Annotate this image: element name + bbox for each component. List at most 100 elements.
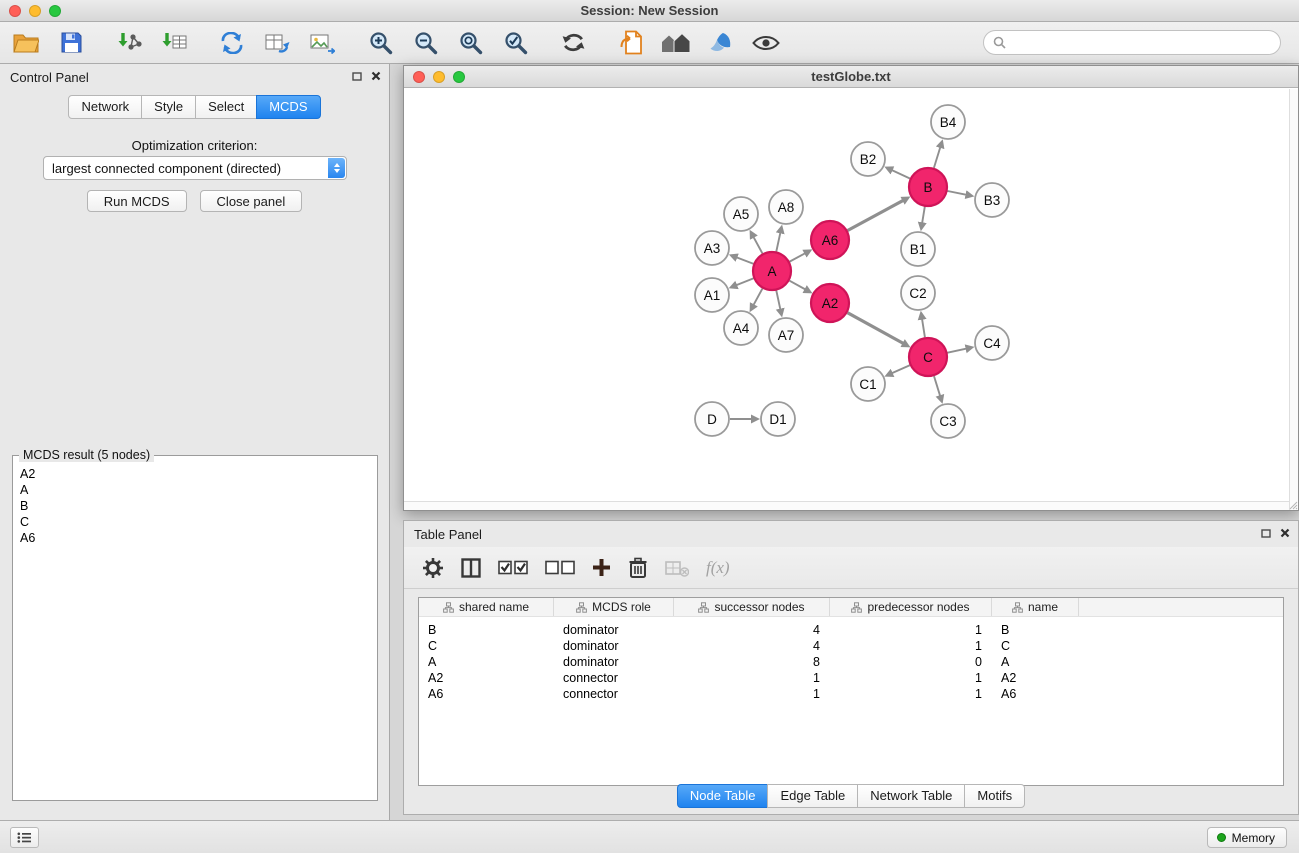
table-tab-motifs[interactable]: Motifs (964, 784, 1025, 808)
table-row[interactable]: A6connector11A6 (419, 686, 1283, 702)
column-header-name[interactable]: name (992, 598, 1079, 616)
import-network-button[interactable] (113, 27, 145, 59)
graph-node-A3[interactable]: A3 (695, 231, 729, 265)
table-cell[interactable]: C (992, 638, 1079, 654)
edge-A-A5[interactable] (753, 237, 762, 254)
graph-node-A2[interactable]: A2 (811, 284, 849, 322)
edge-C-C4[interactable] (948, 349, 967, 353)
edge-A-A3[interactable] (736, 257, 753, 264)
graph-node-A4[interactable]: A4 (724, 311, 758, 345)
edge-B-B4[interactable] (934, 147, 941, 168)
edge-A-A6[interactable] (790, 253, 806, 261)
delete-columns-button[interactable] (628, 557, 648, 579)
table-cell[interactable]: dominator (554, 654, 674, 670)
table-cell[interactable]: 1 (830, 670, 992, 686)
memory-button[interactable]: Memory (1207, 827, 1287, 848)
table-cell[interactable]: 1 (674, 670, 830, 686)
table-cell[interactable]: connector (554, 670, 674, 686)
mcds-result-item[interactable]: A2 (20, 466, 370, 482)
apply-style-button[interactable] (705, 27, 737, 59)
table-cell[interactable]: dominator (554, 638, 674, 654)
graph-node-B[interactable]: B (909, 168, 947, 206)
control-tab-mcds[interactable]: MCDS (256, 95, 320, 119)
import-table-button[interactable] (158, 27, 190, 59)
edge-A-A4[interactable] (753, 289, 762, 306)
control-tab-network[interactable]: Network (68, 95, 142, 119)
graph-node-D[interactable]: D (695, 402, 729, 436)
graph-node-B4[interactable]: B4 (931, 105, 965, 139)
table-cell[interactable]: 1 (674, 686, 830, 702)
table-row[interactable]: A2connector11A2 (419, 670, 1283, 686)
table-cell[interactable]: B (992, 622, 1079, 638)
float-table-panel-icon[interactable] (1261, 529, 1271, 538)
table-cell[interactable]: A6 (992, 686, 1079, 702)
deselect-all-button[interactable] (545, 559, 575, 576)
graph-node-A8[interactable]: A8 (769, 190, 803, 224)
table-cell[interactable]: A (419, 654, 554, 670)
graph-node-C[interactable]: C (909, 338, 947, 376)
column-header-shared-name[interactable]: shared name (419, 598, 554, 616)
mcds-result-item[interactable]: A6 (20, 530, 370, 546)
open-document-button[interactable] (615, 27, 647, 59)
column-header-predecessor-nodes[interactable]: predecessor nodes (830, 598, 992, 616)
optimization-criterion-select[interactable]: largest connected component (directed) (43, 156, 347, 180)
table-cell[interactable]: A2 (419, 670, 554, 686)
mcds-result-item[interactable]: B (20, 498, 370, 514)
search-input[interactable] (1011, 35, 1271, 50)
graph-node-A1[interactable]: A1 (695, 278, 729, 312)
close-table-panel-icon[interactable] (1280, 528, 1290, 538)
table-cell[interactable]: 1 (830, 622, 992, 638)
mcds-result-item[interactable]: C (20, 514, 370, 530)
table-cell[interactable]: 0 (830, 654, 992, 670)
table-cell[interactable]: 1 (830, 638, 992, 654)
export-image-button[interactable] (306, 27, 338, 59)
float-panel-icon[interactable] (352, 72, 362, 81)
table-cell[interactable]: A6 (419, 686, 554, 702)
graph-node-A5[interactable]: A5 (724, 197, 758, 231)
new-network-button[interactable] (216, 27, 248, 59)
resize-grip-icon[interactable] (1289, 501, 1298, 510)
graph-node-C2[interactable]: C2 (901, 276, 935, 310)
add-column-button[interactable] (592, 558, 611, 577)
graph-node-D1[interactable]: D1 (761, 402, 795, 436)
table-cell[interactable]: 8 (674, 654, 830, 670)
table-tab-edge-table[interactable]: Edge Table (767, 784, 858, 808)
table-cell[interactable]: connector (554, 686, 674, 702)
graph-node-B3[interactable]: B3 (975, 183, 1009, 217)
edge-C-C1[interactable] (892, 365, 910, 373)
new-table-button[interactable] (261, 27, 293, 59)
table-cell[interactable]: C (419, 638, 554, 654)
horizontal-scrollbar[interactable] (404, 501, 1289, 510)
control-tab-style[interactable]: Style (141, 95, 196, 119)
graph-node-C3[interactable]: C3 (931, 404, 965, 438)
table-cell[interactable]: A (992, 654, 1079, 670)
table-cell[interactable]: 4 (674, 638, 830, 654)
save-session-button[interactable] (55, 27, 87, 59)
table-tab-node-table[interactable]: Node Table (677, 784, 769, 808)
edge-A2-C[interactable] (848, 313, 904, 344)
edge-B-B3[interactable] (948, 191, 967, 195)
function-builder-button[interactable]: f(x) (706, 558, 730, 578)
column-header-MCDS-role[interactable]: MCDS role (554, 598, 674, 616)
edge-B-B1[interactable] (922, 207, 925, 224)
edge-C-C3[interactable] (934, 376, 940, 396)
open-session-button[interactable] (10, 27, 42, 59)
zoom-fit-button[interactable] (454, 27, 486, 59)
control-tab-select[interactable]: Select (195, 95, 257, 119)
table-row[interactable]: Cdominator41C (419, 638, 1283, 654)
column-header-successor-nodes[interactable]: successor nodes (674, 598, 830, 616)
graph-node-A7[interactable]: A7 (769, 318, 803, 352)
close-panel-button[interactable]: Close panel (200, 190, 303, 212)
delete-table-button[interactable] (665, 559, 689, 577)
zoom-out-button[interactable] (409, 27, 441, 59)
table-cell[interactable]: 1 (830, 686, 992, 702)
table-cell[interactable]: B (419, 622, 554, 638)
show-graphics-details-button[interactable] (750, 27, 782, 59)
vertical-scrollbar[interactable] (1289, 89, 1298, 510)
refresh-button[interactable] (557, 27, 589, 59)
edge-B-B2[interactable] (892, 170, 910, 179)
task-history-button[interactable] (10, 827, 39, 848)
table-cell[interactable]: A2 (992, 670, 1079, 686)
graph-node-A[interactable]: A (753, 252, 791, 290)
table-row[interactable]: Bdominator41B (419, 622, 1283, 638)
